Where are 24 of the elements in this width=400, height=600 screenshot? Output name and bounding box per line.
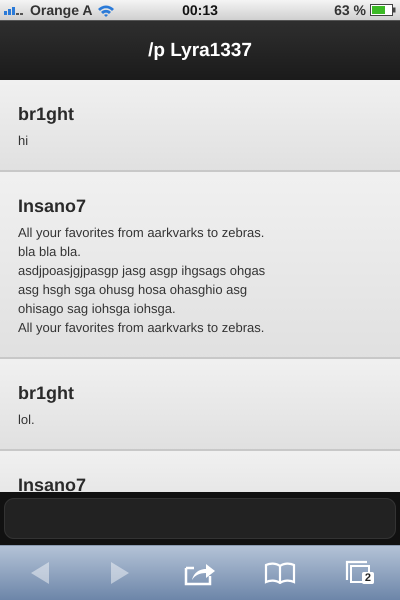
message-author: br1ght	[18, 104, 75, 125]
page-title: /p Lyra1337	[148, 40, 252, 62]
tabs-button[interactable]: 2	[340, 555, 380, 591]
back-arrow-icon	[31, 562, 49, 584]
message-author: Insano7	[18, 475, 88, 492]
carrier-name: Orange A	[30, 2, 92, 18]
battery-icon	[370, 4, 396, 16]
message-author: Insano7	[18, 196, 88, 217]
message-text: All your favorites from aarkvarks to zebras. bla bla bla. asdjpoasjgjpasgp jasg asgp ihgsags ohgas asg hsgh sga ohusg hosa ohasghio asg ohisago sag iohsga iohsga. All your favorites from aarkvarks to zebras.	[18, 224, 266, 337]
book-icon	[264, 562, 296, 584]
forward-arrow-icon	[111, 562, 129, 584]
message-item[interactable]: br1ght lol.	[0, 359, 400, 451]
input-field[interactable]	[4, 498, 396, 539]
wifi-icon	[96, 4, 114, 16]
tab-count: 2	[362, 572, 374, 584]
clock-time: 00:13	[181, 2, 219, 18]
message-text: hi	[18, 132, 30, 150]
message-text: lol.	[18, 411, 36, 429]
message-item[interactable]: br1ght hi	[0, 80, 400, 172]
message-author: br1ght	[18, 383, 75, 404]
battery-percent: 63 %	[334, 2, 366, 18]
message-item[interactable]	[0, 172, 400, 359]
message-item[interactable]: Insano7	[0, 451, 400, 492]
signal-icon	[4, 5, 26, 15]
